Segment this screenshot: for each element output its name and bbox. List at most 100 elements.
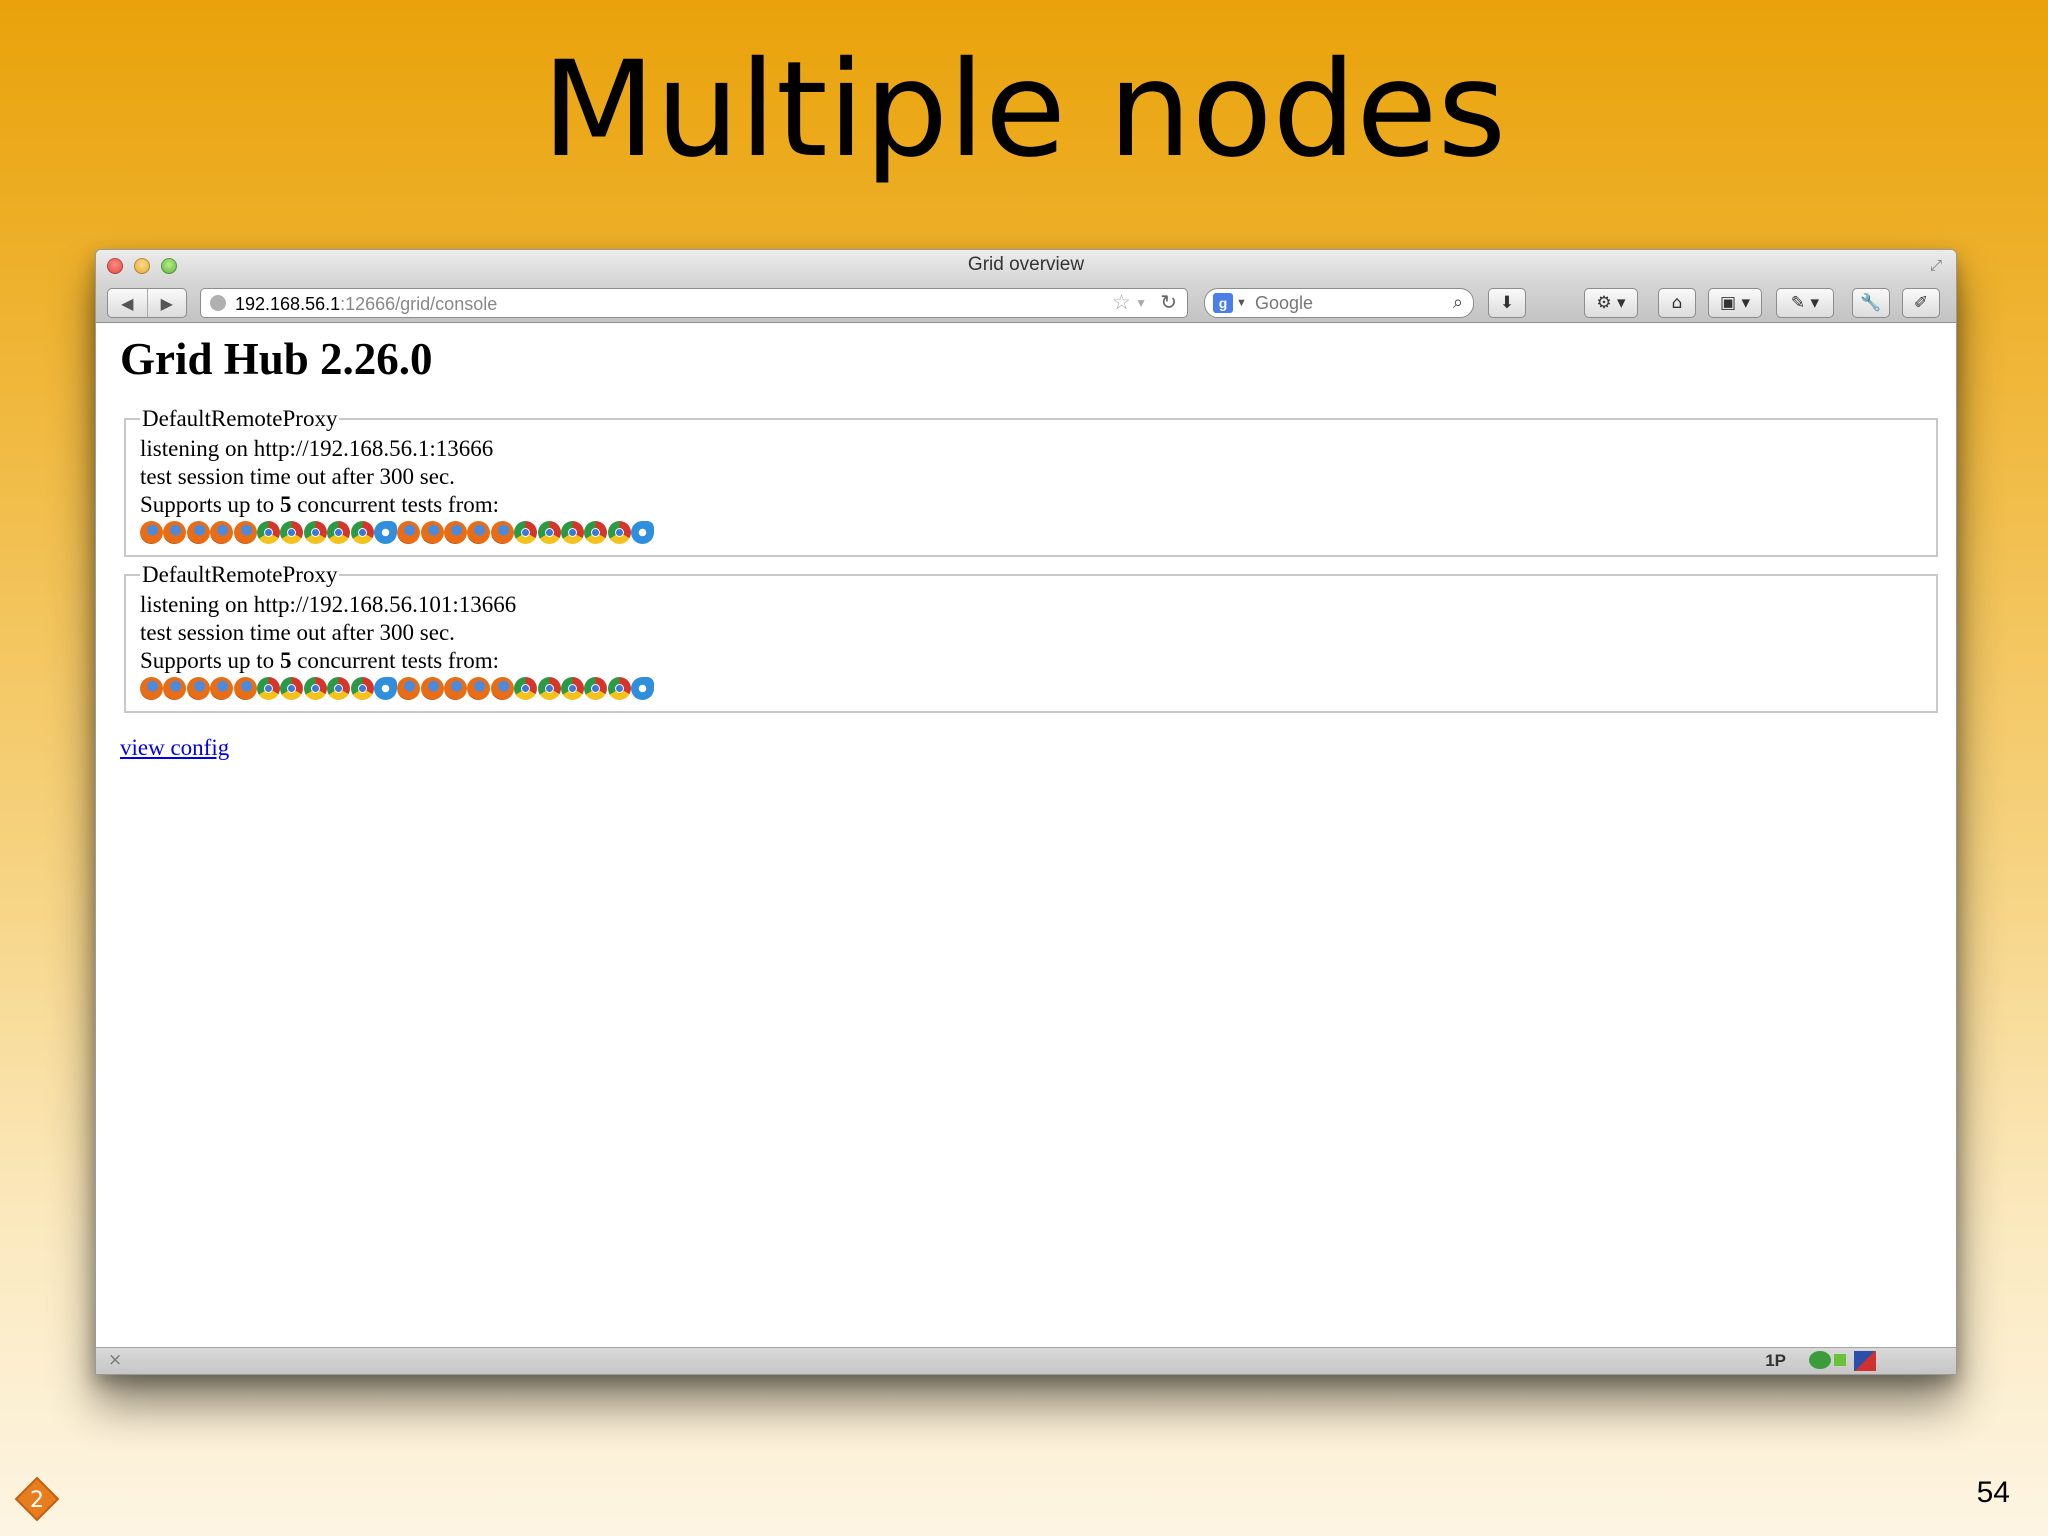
chrome-icon [607, 521, 631, 544]
home-icon: ⌂ [1671, 293, 1683, 313]
chrome-icon [280, 521, 304, 544]
firefox-icon [186, 521, 210, 544]
url-host: 192.168.56.1 [235, 294, 341, 314]
supports-suffix: concurrent tests from: [291, 492, 500, 517]
chrome-icon [303, 677, 327, 700]
home-button[interactable]: ⌂ [1658, 288, 1696, 318]
forward-arrow-icon: ▶ [160, 293, 173, 313]
firefox-icon [233, 521, 257, 544]
search-bar[interactable]: g ▼ Google ⌕ [1204, 288, 1474, 318]
firefox-icon [467, 677, 491, 700]
proxy-legend: DefaultRemoteProxy [142, 406, 338, 431]
chrome-icon [561, 521, 585, 544]
chrome-icon [256, 521, 280, 544]
search-icon[interactable]: ⌕ [1453, 288, 1463, 316]
proxy-box: DefaultRemoteProxy listening on http://1… [124, 405, 1938, 557]
fullscreen-icon[interactable]: ⤢ [1930, 256, 1948, 274]
chrome-icon [537, 521, 561, 544]
internet-explorer-icon [373, 677, 397, 700]
supports-suffix: concurrent tests from: [291, 648, 500, 673]
back-button[interactable]: ◀ [108, 289, 148, 317]
bookmarks-icon: ▣ ▾ [1720, 293, 1750, 313]
chrome-icon [584, 677, 608, 700]
firefox-icon [210, 677, 234, 700]
notes-button[interactable]: ✐ [1902, 288, 1940, 318]
chrome-icon [514, 677, 538, 700]
view-config-link[interactable]: view config [120, 735, 229, 761]
firefox-icon [163, 521, 187, 544]
notepad-icon: ✐ [1913, 293, 1929, 313]
close-icon[interactable]: × [108, 1350, 122, 1370]
extension-flag-icon[interactable] [1854, 1351, 1876, 1371]
chrome-icon [303, 521, 327, 544]
firefox-icon [444, 677, 468, 700]
internet-explorer-icon [631, 521, 655, 544]
chrome-icon [514, 521, 538, 544]
proxy-supports: Supports up to 5 concurrent tests from: [140, 647, 1922, 675]
supports-prefix: Supports up to [140, 648, 280, 673]
tools-icon: ✎ ▾ [1790, 293, 1820, 313]
url-bar[interactable]: 192.168.56.1:12666/grid/console ☆ ▼ ↻ [200, 288, 1188, 318]
proxy-listening: listening on http://192.168.56.1:13666 [140, 436, 494, 461]
wrench-icon: 🔧 [1860, 293, 1882, 313]
downloads-button[interactable]: ⬇ [1488, 288, 1526, 318]
chrome-icon [350, 677, 374, 700]
firefox-icon [140, 521, 163, 544]
site-globe-icon [210, 295, 226, 311]
chrome-icon [327, 521, 351, 544]
firefox-icon [140, 677, 163, 700]
internet-explorer-icon [631, 677, 655, 700]
chrome-icon [537, 677, 561, 700]
chrome-icon [256, 677, 280, 700]
logo-icon: 2 [14, 1476, 60, 1522]
chrome-icon [561, 677, 585, 700]
bookmarks-button[interactable]: ▣ ▾ [1708, 288, 1762, 318]
firefox-icon [163, 677, 187, 700]
firefox-icon [490, 521, 514, 544]
url-path: :12666/grid/console [340, 294, 498, 314]
page-title: Grid Hub 2.26.0 [120, 334, 433, 384]
slide-number: 54 [1976, 1476, 2010, 1509]
tools-button[interactable]: ✎ ▾ [1776, 288, 1834, 318]
addon-button[interactable]: 🔧 [1852, 288, 1890, 318]
logo-label: 2 [30, 1488, 44, 1513]
browser-window: Grid overview ⤢ ◀ ▶ 192.168.56.1:12666/g… [95, 249, 1957, 1375]
proxy-timeout: test session time out after 300 sec. [140, 620, 455, 645]
internet-explorer-icon [373, 521, 397, 544]
firefox-icon [397, 521, 421, 544]
extension-icon[interactable] [1809, 1351, 1831, 1369]
search-engine-dropdown-icon[interactable]: ▼ [1236, 289, 1247, 317]
search-input[interactable]: Google [1255, 289, 1313, 317]
nav-buttons: ◀ ▶ [107, 288, 187, 318]
forward-button[interactable]: ▶ [148, 289, 187, 317]
proxy-supports: Supports up to 5 concurrent tests from: [140, 491, 1922, 519]
url-text[interactable]: 192.168.56.1:12666/grid/console [235, 290, 497, 318]
chrome-icon [607, 677, 631, 700]
back-arrow-icon: ◀ [121, 293, 134, 313]
firefox-icon [490, 677, 514, 700]
firefox-icon [420, 521, 444, 544]
settings-button[interactable]: ⚙ ▾ [1584, 288, 1638, 318]
chrome-icon [350, 521, 374, 544]
proxy-legend: DefaultRemoteProxy [142, 562, 338, 587]
slide-title: Multiple nodes [541, 33, 1507, 187]
status-bar: × 1P [96, 1347, 1956, 1374]
google-engine-icon[interactable]: g [1213, 293, 1233, 313]
firefox-icon [233, 677, 257, 700]
firefox-icon [444, 521, 468, 544]
gear-icon: ⚙ ▾ [1596, 293, 1626, 313]
browser-icon-list [140, 677, 1922, 701]
onepassword-icon[interactable]: 1P [1765, 1351, 1786, 1371]
url-history-dropdown-icon[interactable]: ▼ [1135, 289, 1147, 317]
chrome-icon [327, 677, 351, 700]
browser-icon-list [140, 521, 1922, 545]
extension-status-icon[interactable] [1834, 1354, 1846, 1366]
reload-icon[interactable]: ↻ [1160, 289, 1177, 317]
proxy-listening: listening on http://192.168.56.101:13666 [140, 592, 517, 617]
concurrent-count: 5 [279, 648, 292, 673]
supports-prefix: Supports up to [140, 492, 280, 517]
bookmark-star-icon[interactable]: ☆ [1112, 289, 1131, 317]
proxy-timeout: test session time out after 300 sec. [140, 464, 455, 489]
title-bar: Grid overview ⤢ [96, 250, 1956, 282]
page-content: Grid Hub 2.26.0 DefaultRemoteProxy liste… [96, 331, 1956, 761]
